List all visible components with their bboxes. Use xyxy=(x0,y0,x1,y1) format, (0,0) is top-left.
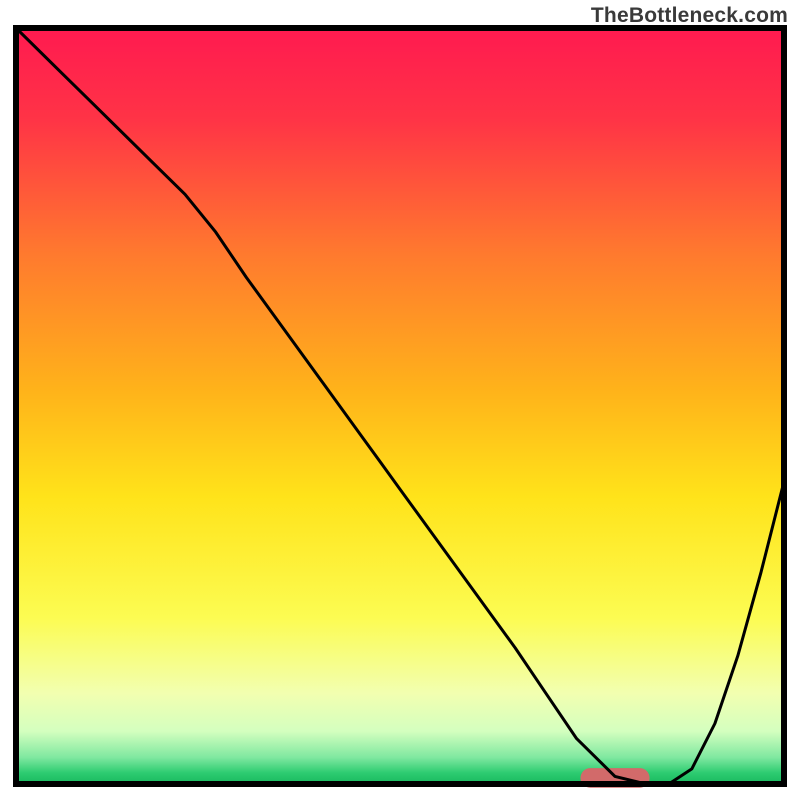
watermark-text: TheBottleneck.com xyxy=(591,4,788,28)
chart-svg xyxy=(0,0,800,800)
bottleneck-chart: TheBottleneck.com xyxy=(0,0,800,800)
